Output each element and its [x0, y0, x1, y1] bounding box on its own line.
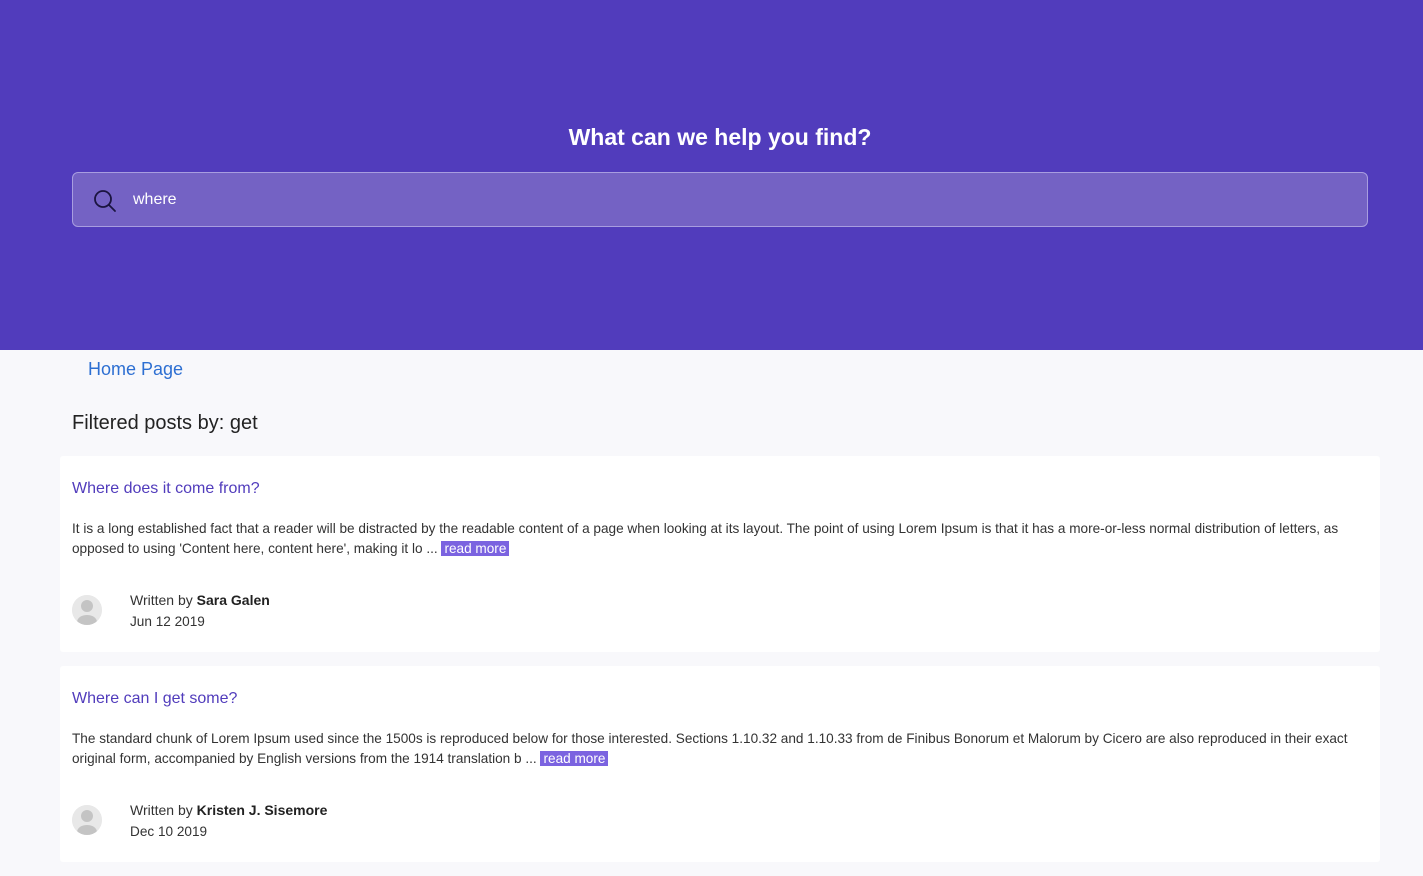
post-title-link[interactable]: Where does it come from?	[72, 480, 260, 498]
author-name: Sara Galen	[196, 592, 270, 608]
breadcrumb-home-link[interactable]: Home Page	[88, 359, 183, 380]
author-line: Written by Sara Galen	[130, 592, 270, 608]
filter-label: Filtered posts by:	[72, 412, 225, 434]
read-more-link[interactable]: read more	[540, 751, 609, 766]
written-by-label: Written by	[130, 592, 193, 608]
post-date: Jun 12 2019	[130, 614, 205, 629]
post-excerpt: It is a long established fact that a rea…	[72, 519, 1368, 559]
user-icon	[72, 595, 102, 625]
read-more-link[interactable]: read more	[441, 541, 510, 556]
hero-title: What can we help you find?	[568, 124, 872, 150]
filter-term: get	[229, 412, 258, 434]
search-box[interactable]	[72, 172, 1368, 227]
avatar	[72, 805, 102, 835]
avatar	[72, 595, 102, 625]
search-icon	[92, 188, 118, 214]
post-card: Where does it come from? It is a long es…	[60, 456, 1380, 652]
author-name: Kristen J. Sisemore	[196, 802, 328, 818]
post-date: Dec 10 2019	[130, 824, 208, 839]
user-icon	[72, 805, 102, 835]
written-by-label: Written by	[130, 802, 193, 818]
hero-banner: What can we help you find?	[0, 0, 1423, 350]
search-input[interactable]	[133, 173, 1333, 226]
filter-heading: Filtered posts by: get	[72, 412, 258, 435]
author-line: Written by Kristen J. Sisemore	[130, 802, 327, 818]
post-excerpt-text: The standard chunk of Lorem Ipsum used s…	[72, 731, 1348, 766]
post-title-link[interactable]: Where can I get some?	[72, 690, 237, 708]
post-card: Where can I get some? The standard chunk…	[60, 666, 1380, 862]
post-excerpt-text: It is a long established fact that a rea…	[72, 521, 1339, 556]
post-excerpt: The standard chunk of Lorem Ipsum used s…	[72, 729, 1368, 769]
